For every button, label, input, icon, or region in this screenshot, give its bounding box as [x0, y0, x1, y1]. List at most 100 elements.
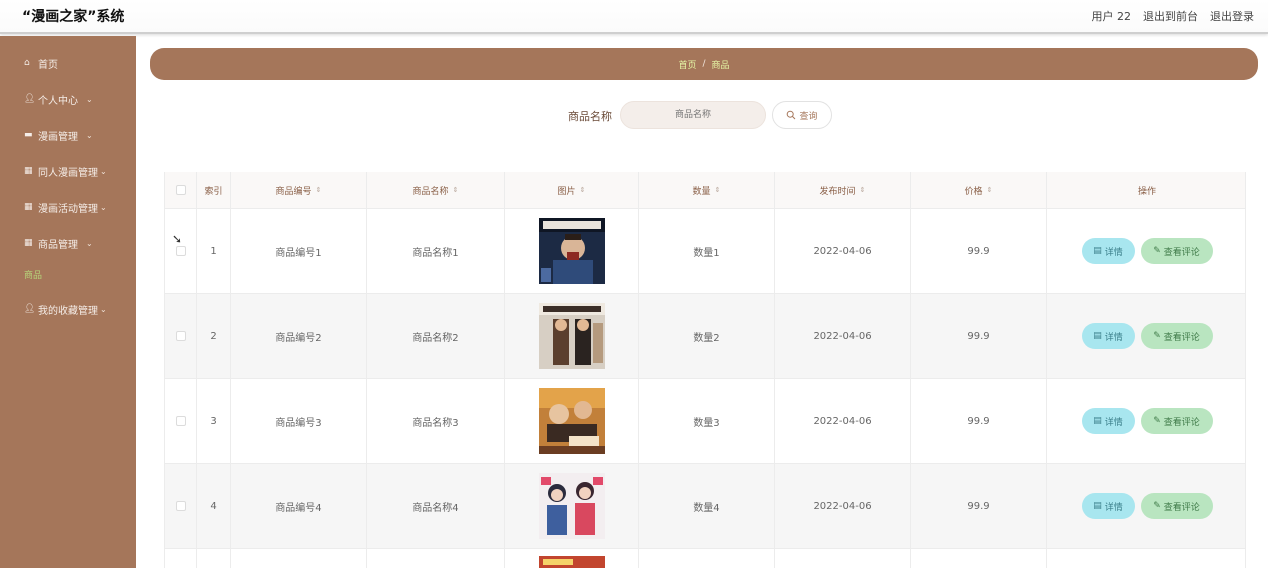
- chevron-down-icon: ⌄: [86, 238, 93, 248]
- sidebar-item-product-management[interactable]: ▦ 商品管理 ⌄: [0, 228, 136, 258]
- view-reviews-button-label: 查看评论: [1163, 332, 1200, 343]
- header-actions: 用户 22 退出到前台 退出登录: [1092, 8, 1255, 24]
- view-reviews-button[interactable]: ✎ 查看评论: [1140, 238, 1213, 264]
- view-reviews-button[interactable]: ✎ 查看评论: [1140, 408, 1213, 434]
- detail-button[interactable]: ▤ 详情: [1081, 408, 1135, 434]
- product-image[interactable]: [538, 303, 605, 369]
- row-image-cell: [505, 464, 639, 548]
- row-actions: ▤ 详情 ✎ 查看评论: [1047, 464, 1245, 548]
- view-reviews-button-label: 查看评论: [1163, 502, 1200, 513]
- row-checkbox[interactable]: [175, 501, 186, 511]
- breadcrumb-home[interactable]: 首页: [678, 58, 696, 71]
- product-table: 索引 商品编号 ⇕ 商品名称 ⇕ 图片 ⇕ 数量 ⇕ 发布时间 ⇕ 价格 ⇕ 操作 1 商品…: [164, 172, 1246, 568]
- sidebar-item-label: 商品: [24, 270, 43, 281]
- chevron-down-icon: ⌄: [86, 130, 93, 140]
- product-image[interactable]: [538, 473, 605, 539]
- header-image: 图片: [557, 186, 576, 197]
- row-product-name: 商品名称3: [367, 379, 505, 463]
- header-cell[interactable]: 图片 ⇕: [505, 172, 639, 208]
- row-price: 99.9: [911, 464, 1047, 548]
- row-checkbox[interactable]: [175, 416, 186, 426]
- row-select-cell: [165, 464, 197, 548]
- header-cell[interactable]: 数量 ⇕: [639, 172, 775, 208]
- book-icon: ▬: [24, 130, 33, 140]
- table-row: [165, 549, 1245, 568]
- search-button-label: 查询: [799, 111, 818, 122]
- header-select-all: [165, 172, 197, 208]
- product-image[interactable]: [538, 556, 605, 568]
- row-actions: ▤ 详情 ✎ 查看评论: [1047, 379, 1245, 463]
- sidebar-item-my-favorites-management[interactable]: 👤︎ 我的收藏管理 ⌄: [0, 294, 136, 324]
- row-publish-time: 2022-04-06: [775, 379, 911, 463]
- pencil-icon: ✎: [1153, 246, 1161, 256]
- table-header-row: 索引 商品编号 ⇕ 商品名称 ⇕ 图片 ⇕ 数量 ⇕ 发布时间 ⇕ 价格 ⇕ 操作: [165, 172, 1245, 209]
- row-index-cell: [197, 549, 231, 568]
- header-cell: 操作: [1047, 172, 1245, 208]
- table-row: 4 商品编号4 商品名称4 数量4 2022-04-06 99.9 ▤ 详情 ✎ 查…: [165, 464, 1245, 549]
- row-product-name: 商品名称2: [367, 294, 505, 378]
- grid-icon: ▦: [24, 166, 33, 176]
- header-cell[interactable]: 价格 ⇕: [911, 172, 1047, 208]
- sidebar-item-comic-activity-management[interactable]: ▦ 漫画活动管理 ⌄: [0, 192, 136, 222]
- row-checkbox[interactable]: [175, 331, 186, 341]
- doc-icon: ▤: [1093, 416, 1102, 426]
- table-row: 1 商品编号1 商品名称1 数量1 2022-04-06 99.9 ▤ 详情 ✎ 查…: [165, 209, 1245, 294]
- breadcrumb: 首页 / 商品: [150, 48, 1258, 80]
- header-index: 索引: [204, 186, 223, 197]
- row-actions-cell: [1047, 549, 1245, 568]
- row-product-name: 商品名称4: [367, 464, 505, 548]
- header-product-code: 商品编号: [275, 186, 312, 197]
- sidebar-item-label: 商品管理: [38, 239, 78, 251]
- detail-button-label: 详情: [1104, 417, 1123, 428]
- row-product-name: 商品名称1: [367, 209, 505, 293]
- row-select-cell: [165, 549, 197, 568]
- row-index: 1: [197, 209, 231, 293]
- detail-button[interactable]: ▤ 详情: [1081, 323, 1135, 349]
- back-to-front-link[interactable]: 退出到前台: [1143, 8, 1198, 24]
- row-publish-time-cell: [775, 549, 911, 568]
- row-select-cell: [165, 209, 197, 293]
- row-price: 99.9: [911, 379, 1047, 463]
- sort-icon: ⇕: [714, 186, 721, 194]
- search-bar: 商品名称 查询: [0, 101, 1268, 129]
- sidebar-item-fan-comic-management[interactable]: ▦ 同人漫画管理 ⌄: [0, 156, 136, 186]
- user-icon: 👤︎: [24, 304, 36, 314]
- sidebar-item-label: 漫画活动管理: [38, 203, 98, 215]
- row-product-code: 商品编号1: [231, 209, 367, 293]
- row-publish-time: 2022-04-06: [775, 294, 911, 378]
- chevron-down-icon: ⌄: [100, 202, 107, 212]
- row-quantity: 数量2: [639, 294, 775, 378]
- sidebar-subitem-product[interactable]: 商品: [0, 262, 136, 286]
- product-image[interactable]: [538, 388, 605, 454]
- search-button[interactable]: 查询: [772, 101, 832, 129]
- sidebar-item-label: 首页: [38, 59, 58, 71]
- header-cell[interactable]: 商品名称 ⇕: [367, 172, 505, 208]
- doc-icon: ▤: [1093, 331, 1102, 341]
- sidebar-item-home[interactable]: ⌂ 首页: [0, 48, 136, 78]
- grid-icon: ▦: [24, 238, 33, 248]
- detail-button-label: 详情: [1104, 332, 1123, 343]
- top-bar: “漫画之家”系统 用户 22 退出到前台 退出登录: [0, 0, 1268, 34]
- header-cell[interactable]: 发布时间 ⇕: [775, 172, 911, 208]
- header-price: 价格: [964, 186, 983, 197]
- row-checkbox[interactable]: [175, 246, 186, 256]
- sort-icon: ⇕: [579, 186, 586, 194]
- row-product-code: 商品编号3: [231, 379, 367, 463]
- view-reviews-button[interactable]: ✎ 查看评论: [1140, 493, 1213, 519]
- select-all-checkbox[interactable]: [175, 185, 186, 195]
- product-name-search-input[interactable]: [620, 101, 766, 129]
- detail-button[interactable]: ▤ 详情: [1081, 238, 1135, 264]
- header-publish-time: 发布时间: [819, 186, 856, 197]
- pencil-icon: ✎: [1153, 331, 1161, 341]
- table-row: 2 商品编号2 商品名称2 数量2 2022-04-06 99.9 ▤ 详情 ✎ 查…: [165, 294, 1245, 379]
- search-label: 商品名称: [568, 110, 612, 123]
- row-quantity: 数量4: [639, 464, 775, 548]
- view-reviews-button[interactable]: ✎ 查看评论: [1140, 323, 1213, 349]
- chevron-down-icon: ⌄: [100, 304, 107, 314]
- search-icon: [787, 110, 796, 120]
- logout-link[interactable]: 退出登录: [1210, 8, 1254, 24]
- product-image[interactable]: [538, 218, 605, 284]
- header-actions: 操作: [1137, 186, 1156, 197]
- detail-button[interactable]: ▤ 详情: [1081, 493, 1135, 519]
- header-cell[interactable]: 商品编号 ⇕: [231, 172, 367, 208]
